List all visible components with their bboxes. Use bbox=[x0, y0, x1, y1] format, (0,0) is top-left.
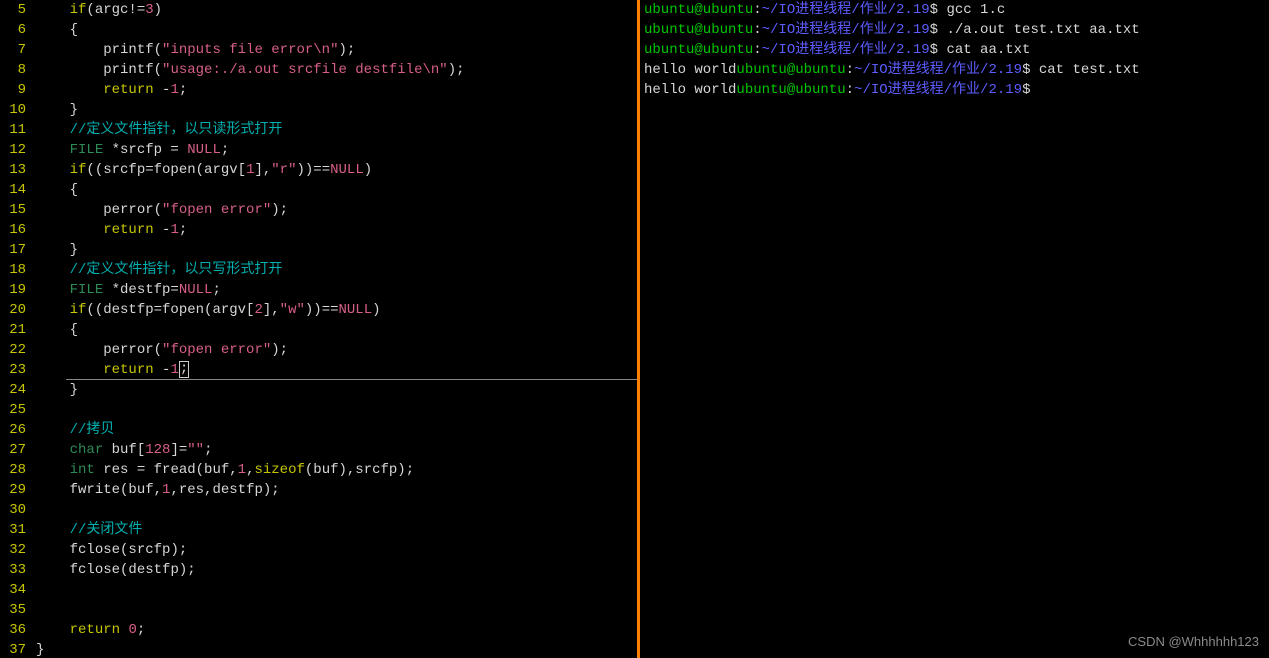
code-line[interactable]: perror("fopen error"); bbox=[36, 200, 637, 220]
code-line[interactable]: FILE *destfp=NULL; bbox=[36, 280, 637, 300]
code-line[interactable]: { bbox=[36, 180, 637, 200]
code-line[interactable] bbox=[36, 500, 637, 520]
line-number: 22 bbox=[0, 340, 26, 360]
code-line[interactable]: printf("usage:./a.out srcfile destfile\n… bbox=[36, 60, 637, 80]
line-number: 6 bbox=[0, 20, 26, 40]
code-line[interactable]: perror("fopen error"); bbox=[36, 340, 637, 360]
line-number: 27 bbox=[0, 440, 26, 460]
code-line[interactable]: if(argc!=3) bbox=[36, 0, 637, 20]
editor-pane[interactable]: 5678910111213141516171819202122232425262… bbox=[0, 0, 637, 658]
terminal-line[interactable]: hello worldubuntu@ubuntu:~/IO进程线程/作业/2.1… bbox=[644, 80, 1265, 100]
line-number: 15 bbox=[0, 200, 26, 220]
code-line[interactable]: printf("inputs file error\n"); bbox=[36, 40, 637, 60]
line-number: 29 bbox=[0, 480, 26, 500]
terminal-pane[interactable]: ubuntu@ubuntu:~/IO进程线程/作业/2.19$ gcc 1.cu… bbox=[640, 0, 1269, 658]
line-number: 14 bbox=[0, 180, 26, 200]
line-number: 17 bbox=[0, 240, 26, 260]
code-line[interactable]: fclose(destfp); bbox=[36, 560, 637, 580]
code-line[interactable]: } bbox=[36, 100, 637, 120]
line-number: 10 bbox=[0, 100, 26, 120]
terminal-line[interactable]: ubuntu@ubuntu:~/IO进程线程/作业/2.19$ cat aa.t… bbox=[644, 40, 1265, 60]
code-line[interactable]: //拷贝 bbox=[36, 420, 637, 440]
line-number: 25 bbox=[0, 400, 26, 420]
line-number: 35 bbox=[0, 600, 26, 620]
line-number: 12 bbox=[0, 140, 26, 160]
line-number: 18 bbox=[0, 260, 26, 280]
line-number: 16 bbox=[0, 220, 26, 240]
line-number: 5 bbox=[0, 0, 26, 20]
code-line[interactable]: if((destfp=fopen(argv[2],"w"))==NULL) bbox=[36, 300, 637, 320]
line-number: 28 bbox=[0, 460, 26, 480]
code-line[interactable]: return 0; bbox=[36, 620, 637, 640]
line-number: 11 bbox=[0, 120, 26, 140]
code-line[interactable]: if((srcfp=fopen(argv[1],"r"))==NULL) bbox=[36, 160, 637, 180]
line-number: 23 bbox=[0, 360, 26, 380]
code-line[interactable]: return -1; bbox=[36, 360, 637, 380]
code-line[interactable]: } bbox=[36, 380, 637, 400]
code-line[interactable]: return -1; bbox=[36, 220, 637, 240]
line-number: 34 bbox=[0, 580, 26, 600]
split-container: 5678910111213141516171819202122232425262… bbox=[0, 0, 1269, 658]
terminal-line[interactable]: hello worldubuntu@ubuntu:~/IO进程线程/作业/2.1… bbox=[644, 60, 1265, 80]
line-number: 20 bbox=[0, 300, 26, 320]
code-line[interactable]: } bbox=[36, 240, 637, 260]
code-line[interactable]: //定义文件指针，以只读形式打开 bbox=[36, 120, 637, 140]
line-number-gutter: 5678910111213141516171819202122232425262… bbox=[0, 0, 30, 658]
terminal-line[interactable]: ubuntu@ubuntu:~/IO进程线程/作业/2.19$ ./a.out … bbox=[644, 20, 1265, 40]
code-line[interactable]: int res = fread(buf,1,sizeof(buf),srcfp)… bbox=[36, 460, 637, 480]
line-number: 37 bbox=[0, 640, 26, 658]
code-line[interactable] bbox=[36, 580, 637, 600]
code-line[interactable]: } bbox=[36, 640, 637, 658]
code-line[interactable]: char buf[128]=""; bbox=[36, 440, 637, 460]
line-number: 24 bbox=[0, 380, 26, 400]
cursor: ; bbox=[179, 361, 189, 378]
line-number: 21 bbox=[0, 320, 26, 340]
line-number: 19 bbox=[0, 280, 26, 300]
line-number: 7 bbox=[0, 40, 26, 60]
terminal-line[interactable]: ubuntu@ubuntu:~/IO进程线程/作业/2.19$ gcc 1.c bbox=[644, 0, 1265, 20]
line-number: 9 bbox=[0, 80, 26, 100]
line-number: 26 bbox=[0, 420, 26, 440]
line-number: 33 bbox=[0, 560, 26, 580]
code-area[interactable]: if(argc!=3) { printf("inputs file error\… bbox=[36, 0, 637, 658]
code-line[interactable]: { bbox=[36, 20, 637, 40]
line-number: 13 bbox=[0, 160, 26, 180]
code-line[interactable] bbox=[36, 400, 637, 420]
watermark: CSDN @Whhhhhh123 bbox=[1128, 632, 1259, 652]
code-line[interactable]: { bbox=[36, 320, 637, 340]
code-line[interactable]: return -1; bbox=[36, 80, 637, 100]
code-line[interactable] bbox=[36, 600, 637, 620]
code-line[interactable]: FILE *srcfp = NULL; bbox=[36, 140, 637, 160]
code-line[interactable]: //定义文件指针，以只写形式打开 bbox=[36, 260, 637, 280]
code-line[interactable]: fclose(srcfp); bbox=[36, 540, 637, 560]
line-number: 36 bbox=[0, 620, 26, 640]
line-number: 8 bbox=[0, 60, 26, 80]
line-number: 31 bbox=[0, 520, 26, 540]
code-line[interactable]: fwrite(buf,1,res,destfp); bbox=[36, 480, 637, 500]
line-number: 30 bbox=[0, 500, 26, 520]
code-line[interactable]: //关闭文件 bbox=[36, 520, 637, 540]
line-number: 32 bbox=[0, 540, 26, 560]
